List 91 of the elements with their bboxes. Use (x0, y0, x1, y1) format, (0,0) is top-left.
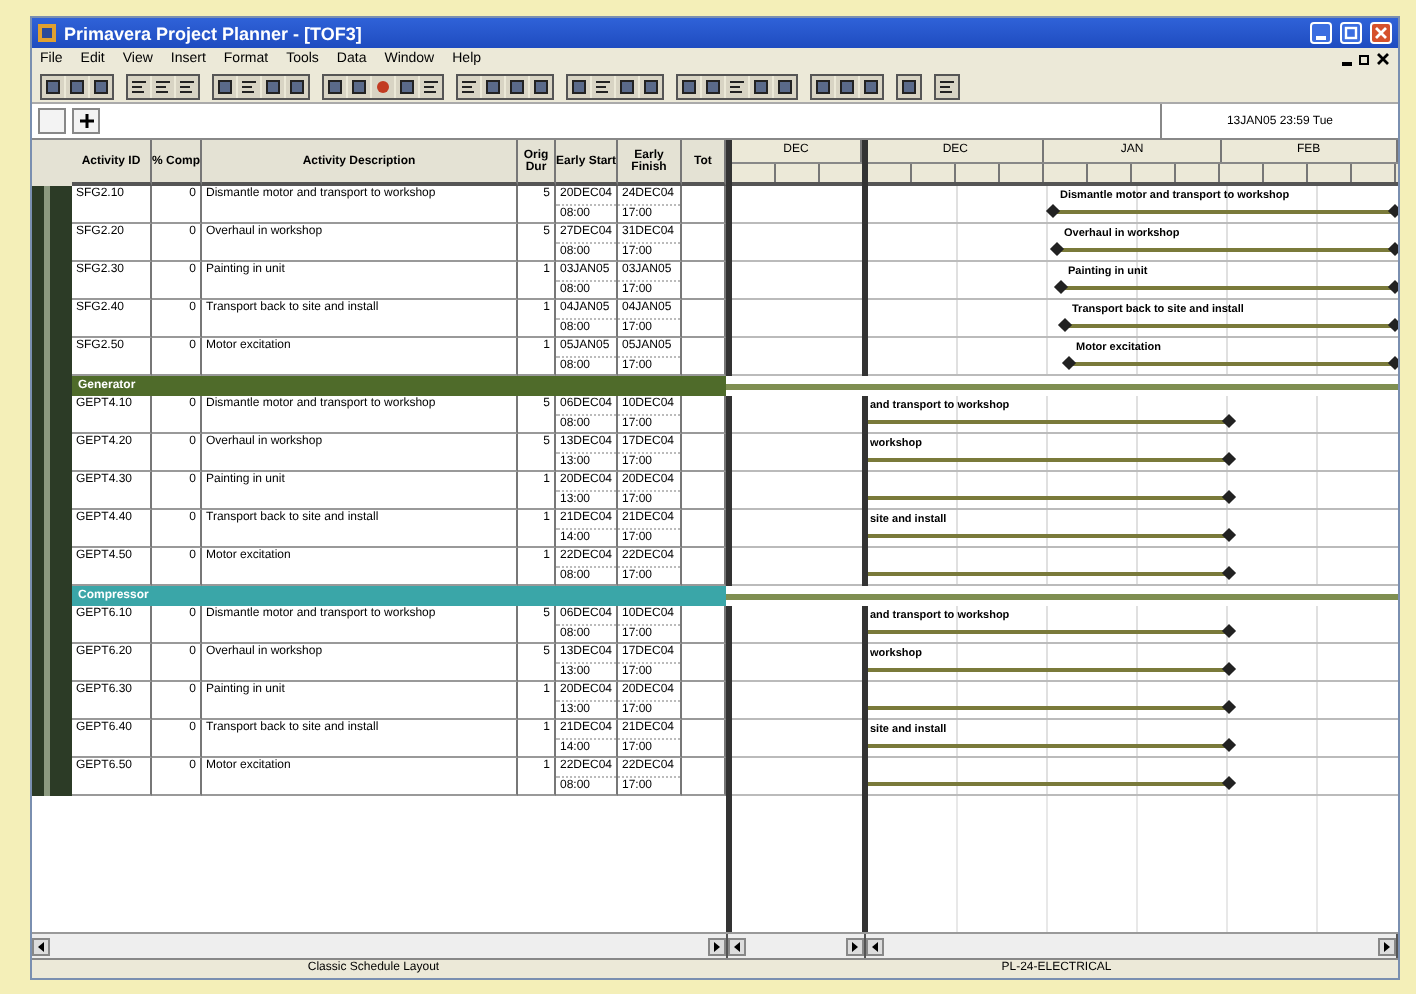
maximize-button[interactable] (1340, 22, 1362, 44)
toolbar-button[interactable] (238, 75, 260, 97)
toolbar-button[interactable] (42, 75, 64, 97)
plus-icon (79, 114, 93, 128)
toolbar-button[interactable] (592, 75, 614, 97)
square-icon (352, 79, 366, 93)
toolbar-button[interactable] (128, 75, 150, 97)
toolbar-button[interactable] (482, 75, 504, 97)
square-icon (706, 79, 720, 93)
square-icon (534, 79, 548, 93)
row-selector[interactable] (32, 758, 72, 796)
scroll-right-button[interactable] (708, 937, 726, 955)
close-icon[interactable] (1376, 52, 1390, 66)
bars-icon (132, 79, 146, 93)
bars-icon (596, 79, 610, 93)
toolbar-button[interactable] (898, 75, 920, 97)
toolbar-button[interactable] (214, 75, 236, 97)
square-icon (218, 79, 232, 93)
square-icon (902, 79, 916, 93)
toolbar-button[interactable] (530, 75, 552, 97)
bars-icon (156, 79, 170, 93)
square-icon (778, 79, 792, 93)
toolbar-button[interactable] (420, 75, 442, 97)
restore-icon[interactable] (1358, 52, 1372, 66)
scroll-left-button[interactable] (866, 937, 884, 955)
toolbar-button[interactable] (836, 75, 858, 97)
toolbar-button[interactable] (750, 75, 772, 97)
toolbar-button[interactable] (176, 75, 198, 97)
toolbar-button[interactable] (90, 75, 112, 97)
left-arrow-icon (36, 941, 46, 951)
square-icon (840, 79, 854, 93)
square-icon (94, 79, 108, 93)
toolbar-button[interactable] (678, 75, 700, 97)
toolbar-button[interactable] (616, 75, 638, 97)
toolbar-button[interactable] (458, 75, 480, 97)
dot-icon (376, 79, 390, 93)
scroll-left-button[interactable] (32, 937, 50, 955)
square-icon (486, 79, 500, 93)
toolbar-button[interactable] (568, 75, 590, 97)
square-icon (864, 79, 878, 93)
bars-icon (462, 79, 476, 93)
left-arrow-icon (870, 941, 880, 951)
app-icon (38, 24, 56, 42)
right-arrow-icon (1382, 941, 1392, 951)
close-icon (1374, 26, 1388, 40)
maximize-icon (1344, 26, 1358, 40)
toolbar-button[interactable] (396, 75, 418, 97)
square-icon (644, 79, 658, 93)
left-arrow-icon (732, 941, 742, 951)
square-icon (620, 79, 634, 93)
toolbar-button[interactable] (286, 75, 308, 97)
toolbar-button[interactable] (152, 75, 174, 97)
bars-icon (180, 79, 194, 93)
bars-icon (242, 79, 256, 93)
toolbar-button[interactable] (66, 75, 88, 97)
bars-icon (730, 79, 744, 93)
toolbar-button[interactable] (774, 75, 796, 97)
square-icon (328, 79, 342, 93)
scroll-right-button[interactable] (1378, 937, 1396, 955)
scroll-left-button[interactable] (728, 937, 746, 955)
toolbar-button[interactable] (812, 75, 834, 97)
window-title: Primavera Project Planner - [TOF3] (64, 23, 364, 43)
square-icon (816, 79, 830, 93)
toolbar-button[interactable] (372, 75, 394, 97)
toolbar-button[interactable] (262, 75, 284, 97)
minimize-button[interactable] (1310, 22, 1332, 44)
square-icon (400, 79, 414, 93)
add-button[interactable] (72, 108, 100, 134)
toolbar-button[interactable] (324, 75, 346, 97)
square-icon (510, 79, 524, 93)
right-arrow-icon (850, 941, 860, 951)
square-icon (266, 79, 280, 93)
bars-icon (940, 79, 954, 93)
bars-icon (424, 79, 438, 93)
close-button[interactable] (1370, 22, 1392, 44)
right-arrow-icon (712, 941, 722, 951)
square-icon (46, 79, 60, 93)
toolbar-button[interactable] (702, 75, 724, 97)
row-selector[interactable] (32, 186, 72, 224)
toolbar-button[interactable] (860, 75, 882, 97)
toolbar-button[interactable] (348, 75, 370, 97)
toolbar-button[interactable] (506, 75, 528, 97)
square-icon (682, 79, 696, 93)
toolbar-button[interactable] (726, 75, 748, 97)
toolbar-button[interactable] (936, 75, 958, 97)
square-icon (290, 79, 304, 93)
square-icon (754, 79, 768, 93)
square-icon (70, 79, 84, 93)
square-icon (572, 79, 586, 93)
scroll-right-button[interactable] (846, 937, 864, 955)
toolbar-button[interactable] (640, 75, 662, 97)
